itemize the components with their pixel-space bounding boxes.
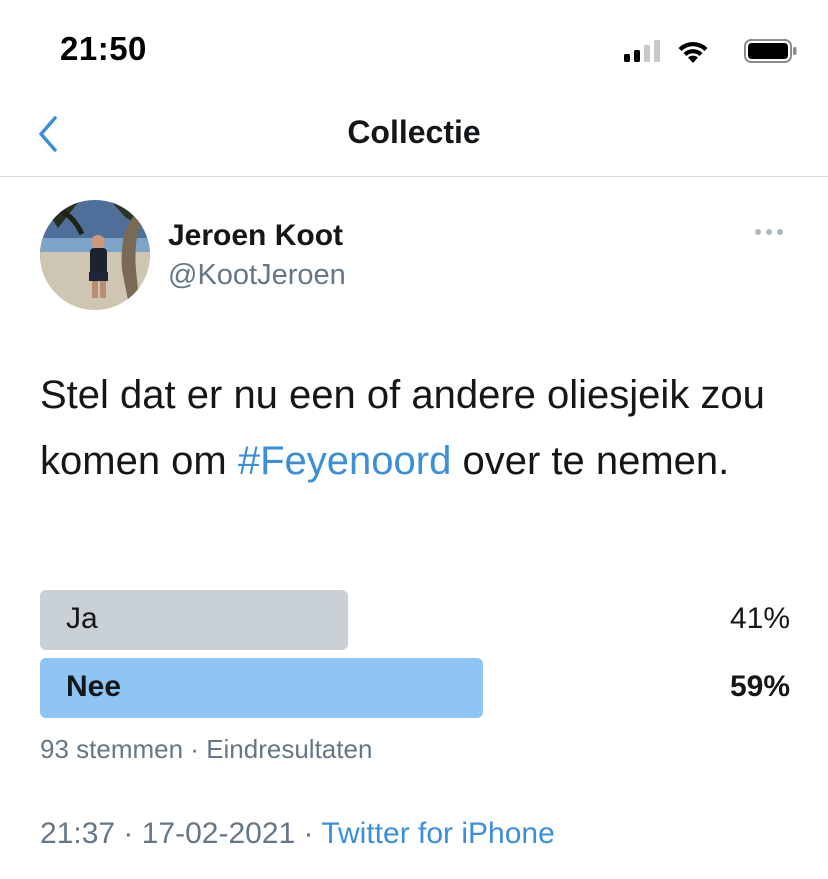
poll-option-nee: Nee 59% <box>40 658 790 718</box>
status-bar: 21:50 <box>0 0 828 96</box>
page-title: Collectie <box>347 114 481 150</box>
separator: · <box>115 817 142 850</box>
source-link[interactable]: Twitter for iPhone <box>321 817 554 850</box>
poll-status: Eindresultaten <box>206 734 373 764</box>
battery-icon <box>744 39 797 63</box>
more-button[interactable] <box>750 217 790 247</box>
poll-votes: 93 stemmen <box>40 734 184 764</box>
tweet-time: 21:37 <box>40 817 116 850</box>
signal-icon <box>624 40 660 62</box>
tweet-date: 17-02-2021 <box>141 817 296 850</box>
poll-meta: 93 stemmen · Eindresultaten <box>40 734 372 765</box>
avatar[interactable] <box>40 200 150 310</box>
separator: · <box>295 817 322 850</box>
poll-option-label: Nee <box>66 670 122 703</box>
hashtag-link[interactable]: #Feyenoord <box>238 439 451 483</box>
tweet-meta: 21:37 · 17-02-2021 · Twitter for iPhone <box>40 817 555 851</box>
poll-option-ja: Ja 41% <box>40 590 790 650</box>
tweet-text-part: over te nemen. <box>451 439 730 483</box>
poll-option-label: Ja <box>66 602 98 635</box>
poll-option-percent: 41% <box>729 602 790 635</box>
tweet-text: Stel dat er nu een of andere oliesjeik z… <box>40 362 800 494</box>
nav-bar: Collectie <box>0 96 828 177</box>
wifi-icon <box>678 41 708 63</box>
author-handle[interactable]: @KootJeroen <box>168 259 346 292</box>
poll-option-percent: 59% <box>729 670 790 703</box>
status-time: 21:50 <box>60 30 147 67</box>
author-name[interactable]: Jeroen Koot <box>168 219 343 253</box>
separator: · <box>183 734 207 764</box>
tweet: Jeroen Koot @KootJeroen Stel dat er nu e… <box>0 177 828 879</box>
more-dots-icon <box>755 229 783 235</box>
